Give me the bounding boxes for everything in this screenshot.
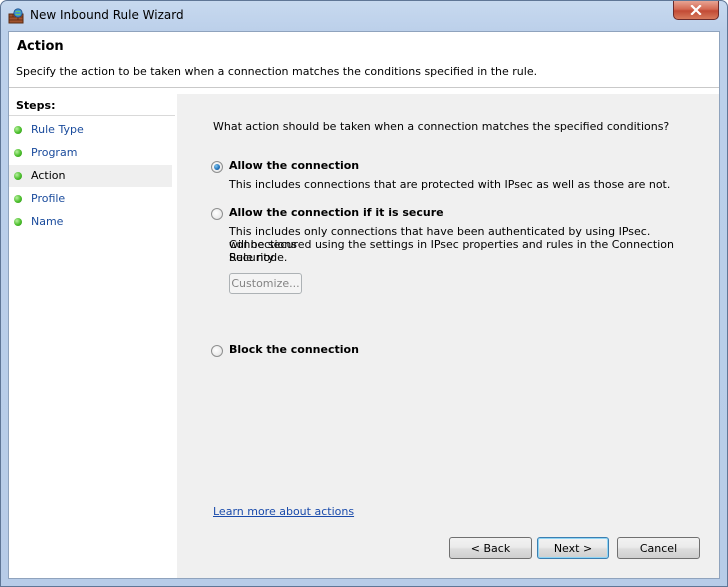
wizard-client-area: Action Specify the action to be taken wh… (8, 31, 720, 579)
step-status-icon (14, 172, 22, 180)
learn-more-link[interactable]: Learn more about actions (213, 505, 354, 518)
step-item-profile[interactable]: Profile (9, 188, 172, 210)
step-status-icon (14, 218, 22, 226)
page-description: Specify the action to be taken when a co… (16, 65, 538, 78)
step-item-name[interactable]: Name (9, 211, 172, 233)
step-item-rule-type[interactable]: Rule Type (9, 119, 172, 141)
action-question: What action should be taken when a conne… (213, 120, 670, 133)
step-item-program[interactable]: Program (9, 142, 172, 164)
page-title: Action (17, 39, 64, 54)
step-label: Profile (31, 192, 66, 205)
step-label: Action (31, 169, 66, 182)
firewall-icon (8, 8, 24, 24)
close-button[interactable] (673, 1, 719, 20)
wizard-window: New Inbound Rule Wizard Action Specify t… (0, 0, 728, 587)
allow-secure-description-line-2: will be secured using the settings in IP… (229, 238, 675, 264)
steps-title: Steps: (16, 99, 56, 112)
allow-secure-label[interactable]: Allow the connection if it is secure (229, 206, 444, 219)
close-icon (690, 5, 702, 15)
block-connection-label[interactable]: Block the connection (229, 343, 359, 356)
step-label: Name (31, 215, 64, 228)
allow-secure-radio[interactable] (211, 208, 223, 220)
steps-divider (9, 115, 175, 116)
step-label: Rule Type (31, 123, 84, 136)
step-label: Program (31, 146, 78, 159)
allow-connection-description: This includes connections that are prote… (229, 178, 671, 191)
step-status-icon (14, 195, 22, 203)
allow-connection-label[interactable]: Allow the connection (229, 159, 359, 172)
window-title: New Inbound Rule Wizard (30, 8, 184, 22)
back-button[interactable]: < Back (449, 537, 532, 559)
cancel-button[interactable]: Cancel (617, 537, 700, 559)
action-panel: What action should be taken when a conne… (177, 94, 719, 578)
title-bar[interactable]: New Inbound Rule Wizard (1, 1, 727, 31)
customize-button[interactable]: Customize... (229, 273, 302, 294)
block-connection-radio[interactable] (211, 345, 223, 357)
next-button[interactable]: Next > (537, 537, 609, 559)
step-item-action[interactable]: Action (9, 165, 172, 187)
wizard-header: Action Specify the action to be taken wh… (9, 32, 719, 88)
step-status-icon (14, 149, 22, 157)
allow-connection-radio[interactable] (211, 161, 223, 173)
allow-secure-description-line-3: Rule node. (229, 251, 288, 264)
step-status-icon (14, 126, 22, 134)
steps-panel: Steps: Rule Type Program Action Profile … (9, 94, 177, 578)
